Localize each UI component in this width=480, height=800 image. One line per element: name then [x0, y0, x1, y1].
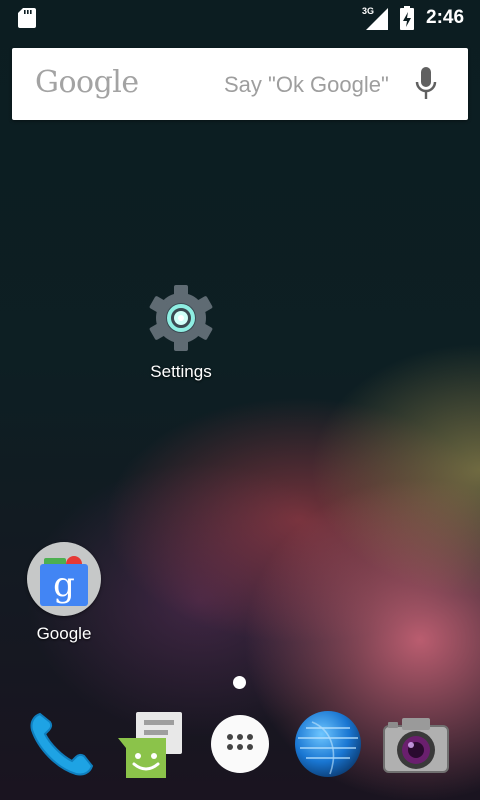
messaging-icon	[118, 712, 182, 778]
globe-icon	[295, 711, 361, 777]
gear-icon	[149, 285, 213, 351]
dock-phone[interactable]	[26, 708, 98, 780]
google-folder-label: Google	[36, 624, 92, 643]
camera-icon	[383, 718, 449, 773]
settings-label: Settings	[150, 362, 212, 381]
dock-camera[interactable]	[380, 708, 452, 780]
dock-messaging[interactable]	[114, 708, 186, 780]
dock-all-apps[interactable]	[204, 708, 276, 780]
settings-shortcut[interactable]: Settings	[121, 282, 241, 382]
google-logo: Google	[35, 65, 139, 100]
google-search-bar[interactable]: Google Say "Ok Google"	[12, 48, 468, 120]
dock-browser[interactable]	[292, 708, 364, 780]
google-folder-shortcut[interactable]: g Google	[4, 542, 124, 644]
status-bar[interactable]: 3G 2:46	[0, 0, 480, 36]
cell-signal-icon	[366, 8, 388, 30]
microphone-icon[interactable]	[414, 66, 438, 102]
google-folder-icon: g	[27, 542, 101, 616]
clock: 2:46	[426, 7, 465, 28]
sd-card-icon	[18, 8, 36, 28]
svg-text:g: g	[53, 565, 75, 605]
search-hint[interactable]: Say "Ok Google"	[224, 72, 389, 98]
page-indicator-dot	[233, 676, 246, 689]
app-drawer-icon	[211, 715, 269, 773]
phone-icon	[30, 712, 94, 776]
battery-charging-icon	[400, 6, 414, 30]
